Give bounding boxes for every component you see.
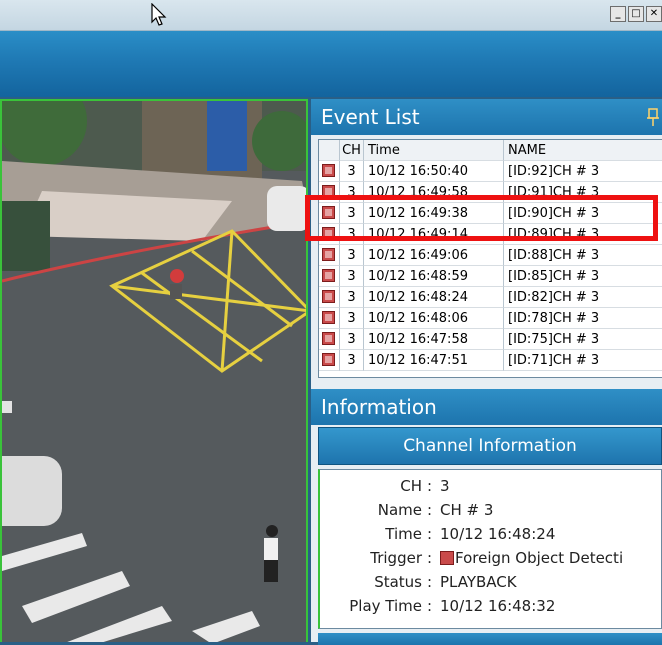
channel-information-box: CH:3 Name: CH # 3 Time:10/12 16:48:24 Trigge… <box>318 469 662 629</box>
info-value: Foreign Object Detecti <box>455 549 624 567</box>
event-cell-icon <box>319 245 340 266</box>
event-cell-name: [ID:71]CH # 3 <box>504 350 662 371</box>
event-cell-ch: 3 <box>340 308 364 329</box>
info-value: 10/12 16:48:32 <box>440 597 556 615</box>
info-colon: : <box>427 573 433 591</box>
minimize-button[interactable]: _ <box>610 6 626 22</box>
table-row[interactable]: 3 10/12 16:48:06 [ID:78]CH # 3 <box>319 308 662 329</box>
table-row[interactable]: 3 10/12 16:47:58 [ID:75]CH # 3 <box>319 329 662 350</box>
table-row[interactable]: 3 10/12 16:47:51 [ID:71]CH # 3 <box>319 350 662 371</box>
event-cell-icon <box>319 287 340 308</box>
event-cell-time: 10/12 16:48:24 <box>364 287 504 308</box>
event-cell-icon <box>319 329 340 350</box>
event-cell-ch: 3 <box>340 245 364 266</box>
alarm-event-icon <box>322 332 335 345</box>
info-value: PLAYBACK <box>440 573 517 591</box>
column-header-name[interactable]: NAME <box>504 140 662 161</box>
info-value: 10/12 16:48:24 <box>440 525 556 543</box>
info-value-wrap: Foreign Object Detecti <box>440 546 623 570</box>
event-list-table[interactable]: CH Time NAME 3 10/12 16:50:40 [ID:92]CH # … <box>318 139 662 378</box>
side-panel: Event List CH Time NAME 3 10/12 16:50:40[… <box>311 99 662 645</box>
info-label: Time <box>385 525 422 543</box>
info-colon: : <box>427 501 433 519</box>
event-cell-name: [ID:85]CH # 3 <box>504 266 662 287</box>
info-label: Name <box>377 501 422 519</box>
event-cell-name: [ID:78]CH # 3 <box>504 308 662 329</box>
info-value-wrap: 10/12 16:48:32 <box>440 594 555 618</box>
alarm-event-icon <box>322 353 335 366</box>
event-cell-time: 10/12 16:48:59 <box>364 266 504 287</box>
table-row[interactable]: 3 10/12 16:48:24 [ID:82]CH # 3 <box>319 287 662 308</box>
event-cell-name: [ID:92]CH # 3 <box>504 161 662 182</box>
info-value-wrap: PLAYBACK <box>440 570 517 594</box>
event-cell-ch: 3 <box>340 329 364 350</box>
alarm-event-icon <box>322 164 335 177</box>
info-value-wrap: 3 <box>440 474 450 498</box>
event-cell-icon <box>319 308 340 329</box>
event-cell-time: 10/12 16:50:40 <box>364 161 504 182</box>
information-header: Information <box>311 389 662 425</box>
information-title: Information <box>321 395 437 419</box>
info-row: Time:10/12 16:48:24 <box>320 522 662 546</box>
info-colon: : <box>427 597 433 615</box>
event-cell-name: [ID:82]CH # 3 <box>504 287 662 308</box>
event-list-header: Event List <box>311 99 662 135</box>
trigger-event-icon <box>440 551 454 565</box>
info-value-wrap: 10/12 16:48:24 <box>440 522 555 546</box>
event-cell-ch: 3 <box>340 161 364 182</box>
mouse-cursor-icon <box>151 3 167 26</box>
info-label: Trigger <box>370 549 422 567</box>
info-value-wrap: CH # 3 <box>440 498 493 522</box>
info-row: Trigger: Foreign Object Detecti <box>320 546 662 570</box>
event-cell-ch: 3 <box>340 266 364 287</box>
close-button[interactable]: ✕ <box>646 6 662 22</box>
info-row: Play Time:10/12 16:48:32 <box>320 594 662 618</box>
event-list-title: Event List <box>321 105 420 129</box>
info-colon: : <box>427 477 433 495</box>
alarm-event-icon <box>322 248 335 261</box>
selected-row-highlight <box>305 195 658 241</box>
event-cell-time: 10/12 16:49:06 <box>364 245 504 266</box>
info-label: Play Time <box>349 597 422 615</box>
bottom-band <box>318 633 662 645</box>
info-row: Status: PLAYBACK <box>320 570 662 594</box>
event-cell-time: 10/12 16:47:58 <box>364 329 504 350</box>
channel-information-button[interactable]: Channel Information <box>318 427 662 465</box>
column-header-icon[interactable] <box>319 140 340 161</box>
info-label: Status <box>374 573 422 591</box>
info-value: 3 <box>440 477 450 495</box>
column-header-time[interactable]: Time <box>364 140 504 161</box>
camera-view[interactable] <box>0 99 308 642</box>
event-cell-name: [ID:88]CH # 3 <box>504 245 662 266</box>
event-cell-icon <box>319 161 340 182</box>
maximize-button[interactable]: □ <box>628 6 644 22</box>
info-row: CH:3 <box>320 474 662 498</box>
info-colon: : <box>427 525 433 543</box>
event-cell-icon <box>319 350 340 371</box>
table-header-row: CH Time NAME <box>319 140 662 161</box>
event-cell-time: 10/12 16:48:06 <box>364 308 504 329</box>
column-header-ch[interactable]: CH <box>340 140 364 161</box>
table-row[interactable]: 3 10/12 16:49:06 [ID:88]CH # 3 <box>319 245 662 266</box>
event-cell-ch: 3 <box>340 287 364 308</box>
event-cell-time: 10/12 16:47:51 <box>364 350 504 371</box>
info-row: Name: CH # 3 <box>320 498 662 522</box>
title-bar: _ □ ✕ <box>0 0 662 31</box>
table-row[interactable]: 3 10/12 16:48:59 [ID:85]CH # 3 <box>319 266 662 287</box>
event-cell-name: [ID:75]CH # 3 <box>504 329 662 350</box>
toolbar-band <box>0 31 662 97</box>
pin-icon[interactable] <box>646 107 660 127</box>
event-cell-icon <box>319 266 340 287</box>
event-cell-ch: 3 <box>340 350 364 371</box>
alarm-event-icon <box>322 290 335 303</box>
info-value: CH # 3 <box>440 501 494 519</box>
alarm-event-icon <box>322 311 335 324</box>
alarm-event-icon <box>322 269 335 282</box>
table-row[interactable]: 3 10/12 16:50:40 [ID:92]CH # 3 <box>319 161 662 182</box>
info-colon: : <box>427 549 433 567</box>
camera-frame-image <box>2 101 306 642</box>
info-label: CH <box>400 477 422 495</box>
